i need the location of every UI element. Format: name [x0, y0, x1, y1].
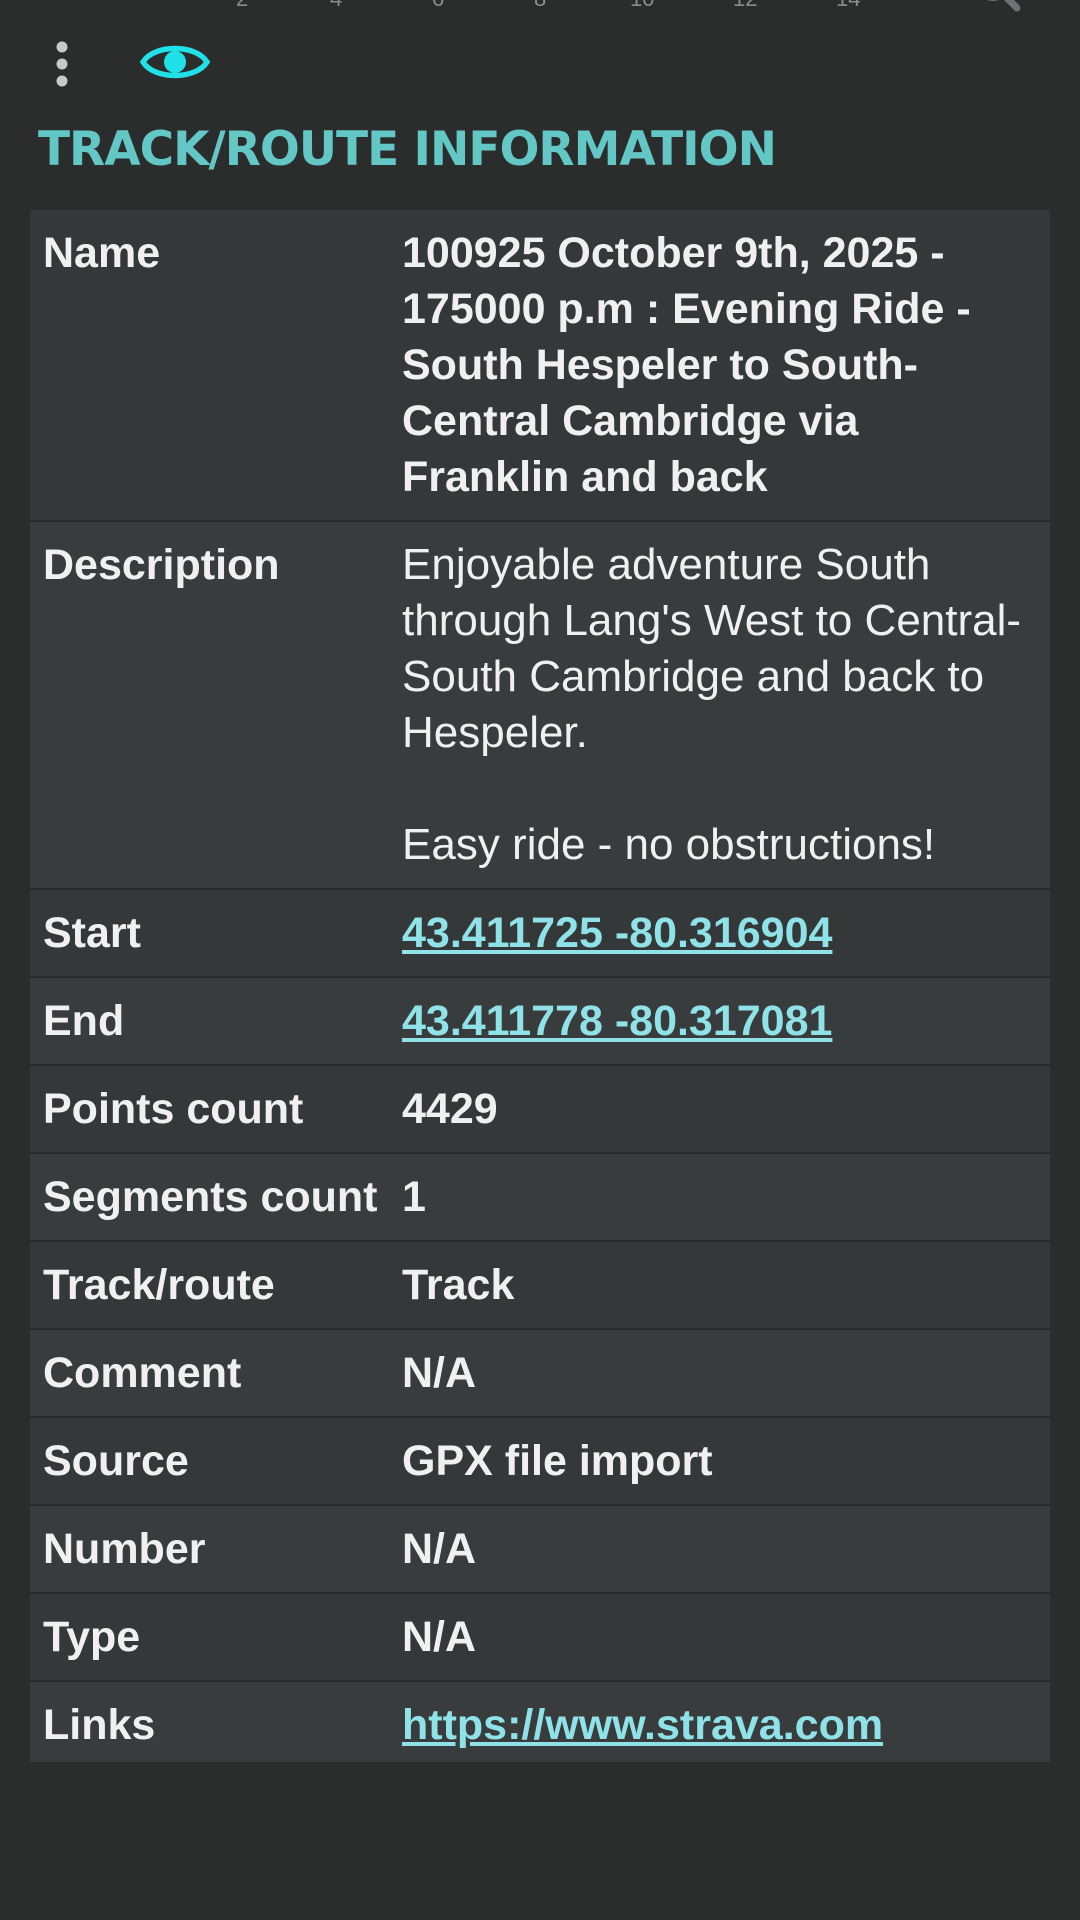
number-label: Number	[43, 1525, 206, 1573]
visibility-toggle-button[interactable]	[135, 28, 215, 96]
links-label: Links	[43, 1701, 156, 1749]
row-name: Name 100925 October 9th, 2025 - 175000 p…	[30, 210, 1050, 522]
axis-tick-label: 2	[236, 0, 248, 12]
info-table: Name 100925 October 9th, 2025 - 175000 p…	[30, 210, 1050, 1764]
source-label: Source	[43, 1437, 189, 1485]
row-start: Start 43.411725 -80.316904	[30, 890, 1050, 978]
start-coordinates-link[interactable]: 43.411725 -80.316904	[390, 890, 1050, 976]
points-count-label: Points count	[43, 1085, 304, 1133]
end-coordinates-link[interactable]: 43.411778 -80.317081	[390, 978, 1050, 1064]
name-label: Name	[43, 229, 161, 277]
axis-tick-label: 4	[330, 0, 342, 12]
axis-tick-label: 10	[630, 0, 654, 12]
more-options-button[interactable]	[42, 34, 82, 94]
name-value: 100925 October 9th, 2025 - 175000 p.m : …	[402, 229, 971, 501]
comment-value: N/A	[402, 1349, 477, 1397]
segments-count-label: Segments count	[43, 1173, 378, 1221]
row-links: Links https://www.strava.com /activities…	[30, 1682, 1050, 1764]
row-end: End 43.411778 -80.317081	[30, 978, 1050, 1066]
type-label: Type	[43, 1613, 141, 1661]
number-value: N/A	[402, 1525, 477, 1573]
row-segments-count: Segments count 1	[30, 1154, 1050, 1242]
strava-link[interactable]: https://www.strava.com /activities/16091…	[390, 1682, 1050, 1762]
strava-link-continued: /activities/16091147290	[402, 1755, 1030, 1762]
description-value: Enjoyable adventure South through Lang's…	[402, 540, 1022, 869]
track-route-value: Track	[402, 1261, 515, 1309]
source-value: GPX file import	[402, 1437, 713, 1485]
strava-link-text: https://www.strava.com	[402, 1701, 884, 1749]
axis-tick-label: 8	[534, 0, 546, 12]
row-points-count: Points count 4429	[30, 1066, 1050, 1154]
axis-tick-label: 14	[836, 0, 860, 12]
section-title: TRACK/ROUTE INFORMATION	[38, 122, 777, 177]
row-description: Description Enjoyable adventure South th…	[30, 522, 1050, 890]
segments-count-value: 1	[402, 1173, 426, 1221]
more-vert-icon	[56, 41, 68, 87]
points-count-value: 4429	[402, 1085, 498, 1133]
comment-label: Comment	[43, 1349, 242, 1397]
row-number: Number N/A	[30, 1506, 1050, 1594]
toolbar	[0, 28, 1080, 100]
row-source: Source GPX file import	[30, 1418, 1050, 1506]
axis-tick-label: 6	[432, 0, 444, 12]
track-route-label: Track/route	[43, 1261, 275, 1309]
axis-tick-label: 12	[733, 0, 757, 12]
eye-icon	[140, 45, 210, 79]
search-icon[interactable]	[975, 0, 1023, 18]
end-label: End	[43, 997, 125, 1045]
row-type: Type N/A	[30, 1594, 1050, 1682]
row-track-route: Track/route Track	[30, 1242, 1050, 1330]
description-label: Description	[43, 541, 280, 589]
chart-axis-fragment: 2 4 6 8 10 12 14	[0, 0, 1080, 14]
type-value: N/A	[402, 1613, 477, 1661]
start-label: Start	[43, 909, 141, 957]
row-comment: Comment N/A	[30, 1330, 1050, 1418]
